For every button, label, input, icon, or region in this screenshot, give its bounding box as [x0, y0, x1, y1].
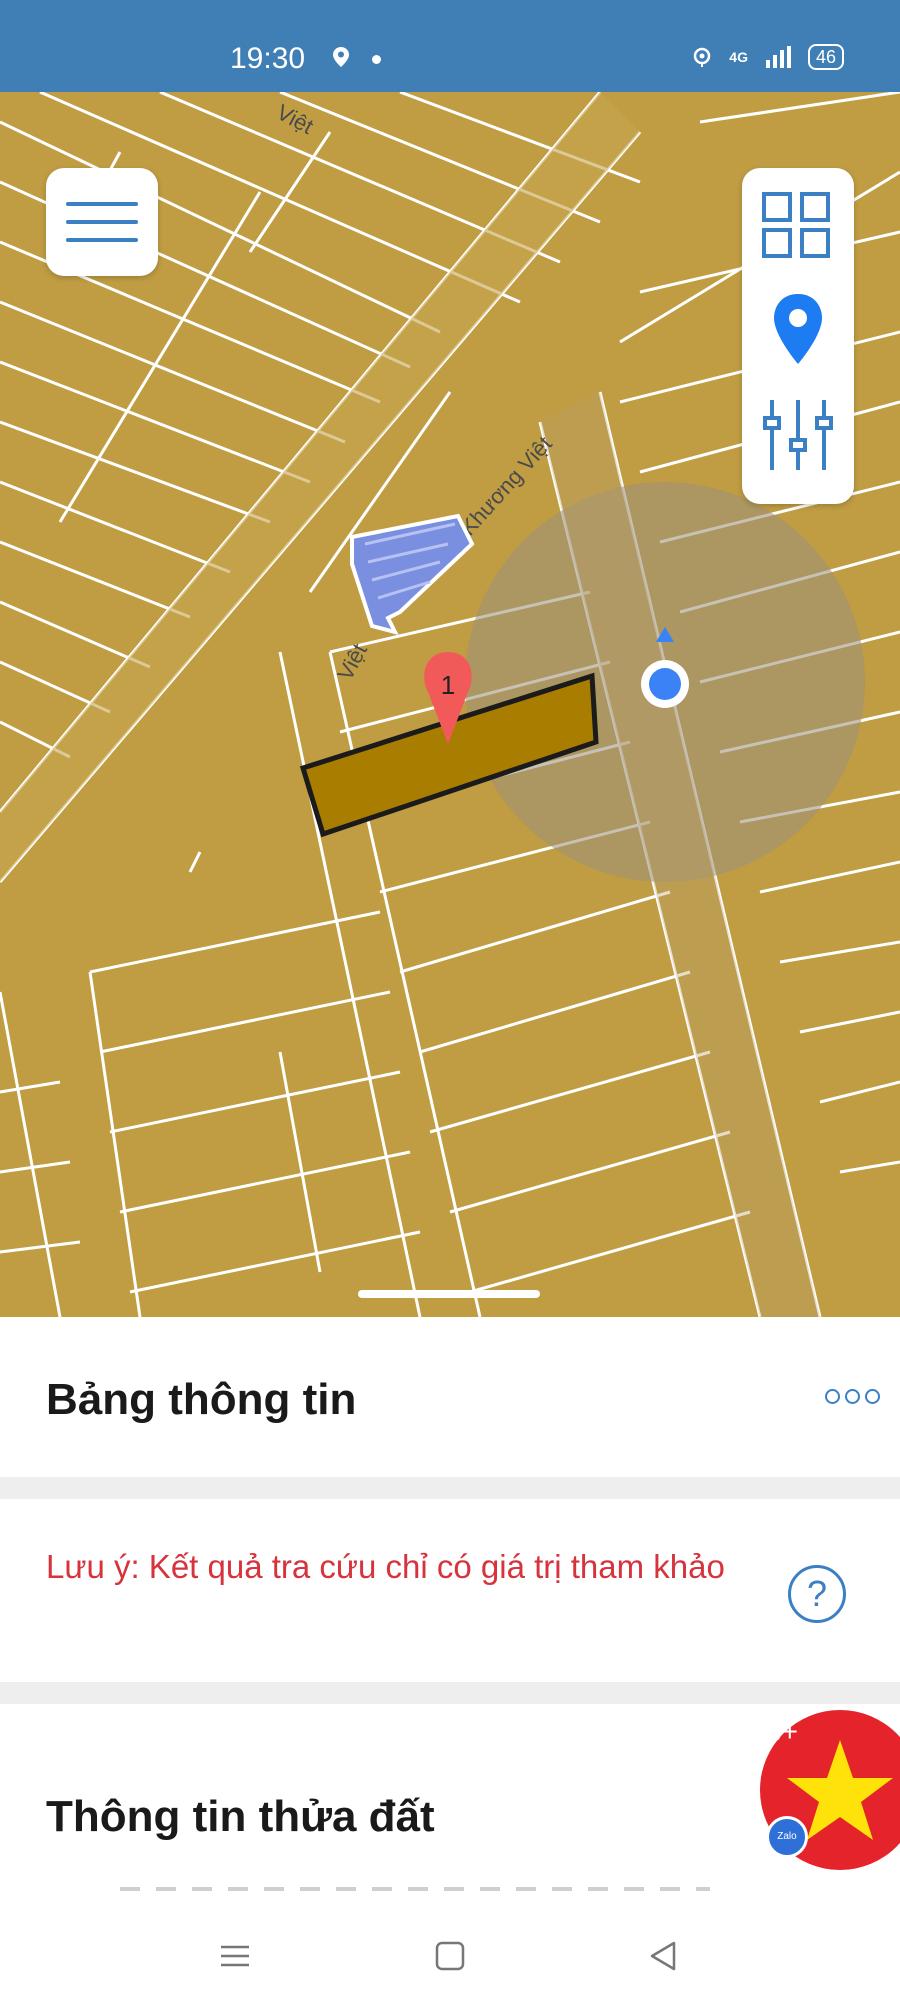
status-time: 19:30: [230, 42, 306, 75]
grid-icon: [762, 192, 830, 258]
scribble-annotation: [350, 513, 475, 636]
map-toolbar: [742, 168, 854, 504]
status-icons: 4G 46: [691, 44, 844, 70]
disclaimer-note: Lưu ý: Kết quả tra cứu chỉ có giá trị th…: [46, 1548, 725, 1585]
battery-level: 46: [807, 44, 844, 70]
hamburger-icon-line: [66, 220, 138, 224]
panel-drag-handle[interactable]: [358, 1290, 540, 1298]
help-icon[interactable]: ?: [788, 1565, 846, 1623]
section-title: Thông tin thửa đất: [46, 1792, 435, 1841]
faded-content-line: [120, 1887, 710, 1891]
panel-title: Bảng thông tin: [46, 1375, 357, 1424]
status-bar: 19:30 4G 46: [0, 0, 900, 92]
zalo-icon[interactable]: Zalo: [766, 1816, 808, 1858]
locate-button[interactable]: [742, 286, 854, 386]
street-label-partial: Việt: [332, 639, 372, 684]
divider: [0, 1682, 900, 1704]
gps-icon: [694, 47, 711, 67]
location-status-icon: [333, 47, 349, 67]
marker-label: 1: [441, 670, 455, 700]
signal-icon: [765, 46, 791, 68]
home-icon[interactable]: [433, 1939, 467, 1973]
layers-button[interactable]: [742, 180, 854, 280]
sliders-icon: [763, 400, 833, 470]
notification-dot: [372, 55, 381, 64]
star-fab-button[interactable]: 5+ Zalo: [760, 1710, 900, 1870]
network-type: 4G: [729, 49, 748, 65]
hamburger-icon-line: [66, 238, 138, 242]
hamburger-icon-line: [66, 202, 138, 206]
map-pin-icon: [774, 294, 822, 364]
filter-button[interactable]: [742, 390, 854, 490]
divider: [0, 1477, 900, 1499]
menu-button[interactable]: [46, 168, 158, 276]
more-options-icon[interactable]: [825, 1389, 880, 1404]
system-nav-bar: [0, 1917, 900, 2001]
menu-icon[interactable]: [218, 1939, 252, 1973]
street-label: Khương Việt: [455, 431, 557, 540]
back-icon[interactable]: [646, 1939, 680, 1973]
